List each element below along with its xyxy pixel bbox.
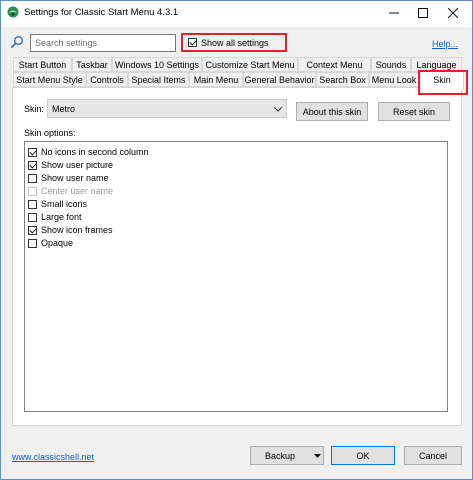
minimize-icon [389,12,399,14]
skin-option-row[interactable]: Large font [28,211,82,223]
help-link[interactable]: Help... [432,39,458,49]
skin-tab-highlight [418,70,468,95]
large-font-checkbox[interactable] [28,212,37,222]
tab-special-items[interactable]: Special Items [128,72,189,87]
tab-menu-look[interactable]: Menu Look [369,72,419,87]
tab-taskbar[interactable]: Taskbar [72,57,112,72]
about-this-skin-button[interactable]: About this skin [296,102,368,121]
cancel-button[interactable]: Cancel [404,446,462,465]
skin-option-row[interactable]: Small icons [28,198,87,210]
window-title: Settings for Classic Start Menu 4.3.1 [24,7,179,18]
show-user-picture-checkbox[interactable] [28,160,37,170]
tab-general-behavior[interactable]: General Behavior [243,72,316,87]
dropdown-arrow-icon [314,454,321,458]
skin-option-label: Center user name [41,186,114,196]
center-user-name-checkbox [28,186,37,196]
small-icons-checkbox[interactable] [28,199,37,209]
backup-button-label: Backup [264,450,296,461]
minimize-button[interactable] [379,1,409,25]
no-icons-second-column-checkbox[interactable] [28,147,37,157]
show-all-settings-checkbox[interactable] [188,38,197,47]
app-shell-icon [7,6,19,18]
tab-context-menu[interactable]: Context Menu [298,57,371,72]
tab-start-button[interactable]: Start Button [13,57,72,72]
show-all-settings-label[interactable]: Show all settings [201,38,269,48]
tab-search-box[interactable]: Search Box [316,72,369,87]
skin-option-label: Show user name [41,173,109,183]
skin-option-label: No icons in second column [41,147,149,157]
skin-option-row[interactable]: Show user name [28,172,109,184]
skin-dropdown-value: Metro [52,104,76,114]
maximize-icon [418,8,428,18]
opaque-checkbox[interactable] [28,238,37,248]
tab-main-menu[interactable]: Main Menu [189,72,243,87]
skin-option-label: Opaque [41,238,74,248]
search-input[interactable] [31,35,177,51]
ok-button[interactable]: OK [331,446,395,465]
tab-controls[interactable]: Controls [86,72,128,87]
search-icon [10,35,24,49]
chevron-down-icon [274,106,282,112]
reset-skin-button[interactable]: Reset skin [378,102,450,121]
skin-option-row[interactable]: Show user picture [28,159,113,171]
skin-dropdown[interactable]: Metro [47,99,287,118]
skin-options-label: Skin options: [24,128,76,138]
skin-option-label: Show icon frames [41,225,113,235]
tab-start-menu-style[interactable]: Start Menu Style [13,72,86,87]
skin-option-row[interactable]: No icons in second column [28,146,149,158]
tab-sounds[interactable]: Sounds [371,57,411,72]
close-button[interactable] [438,1,468,25]
search-box[interactable] [30,34,177,52]
skin-option-row: Center user name [28,185,113,197]
close-icon [448,8,458,18]
skin-option-label: Show user picture [41,160,114,170]
tab-customize-start-menu[interactable]: Customize Start Menu [202,57,298,72]
show-user-name-checkbox[interactable] [28,173,37,183]
website-link[interactable]: www.classicshell.net [12,452,94,462]
tab-windows-10-settings[interactable]: Windows 10 Settings [112,57,202,72]
skin-option-label: Large font [41,212,82,222]
skin-label: Skin: [24,104,45,114]
backup-button[interactable]: Backup [250,446,324,465]
skin-option-row[interactable]: Opaque [28,237,73,249]
skin-option-label: Small icons [41,199,88,209]
maximize-button[interactable] [408,1,438,25]
show-icon-frames-checkbox[interactable] [28,225,37,235]
skin-option-row[interactable]: Show icon frames [28,224,113,236]
